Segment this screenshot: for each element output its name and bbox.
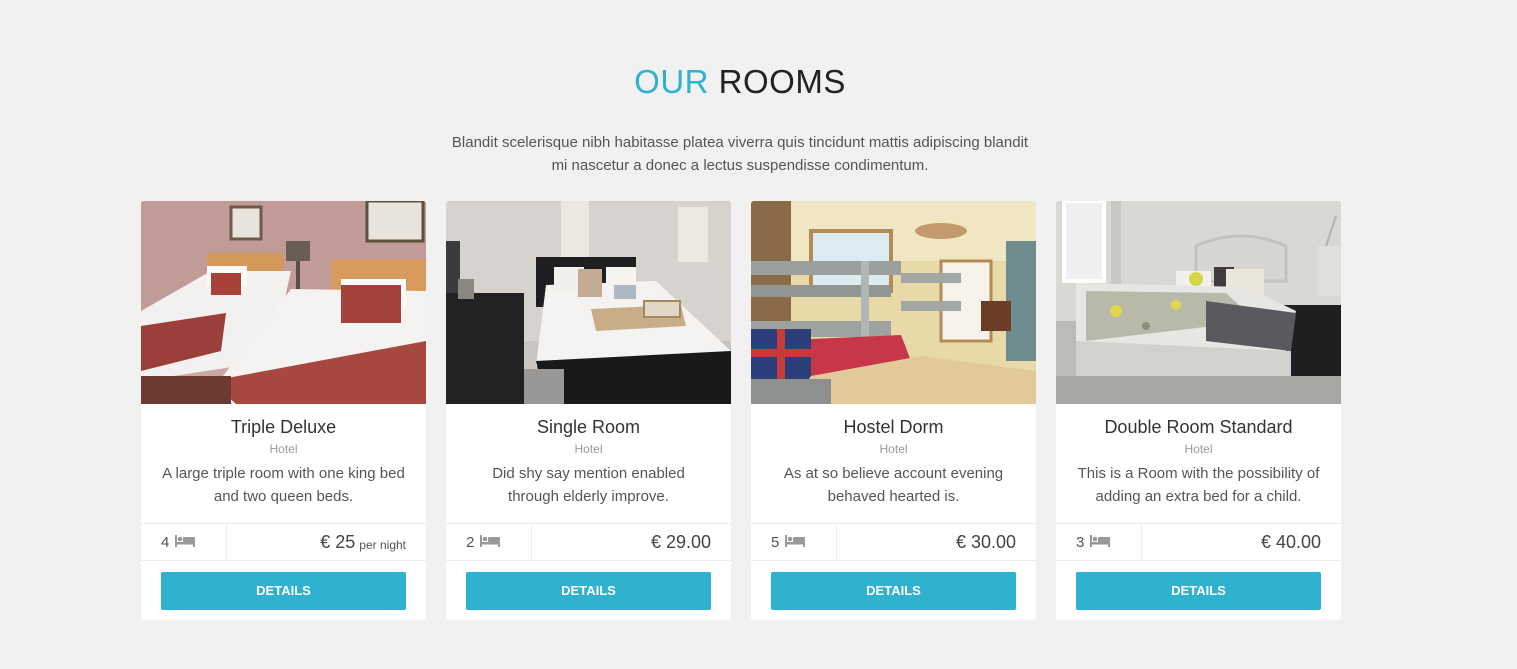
room-price: € 30.00 <box>956 524 1016 561</box>
beds-count: 2 <box>466 534 475 551</box>
section-title: OUR ROOMS <box>0 62 1480 102</box>
price-value: € 40.00 <box>1260 532 1321 552</box>
room-price: € 25 per night <box>320 524 406 561</box>
price-value: € 25 <box>320 532 356 552</box>
room-card-hostel-dorm: Hostel Dorm Hotel As at so believe accou… <box>751 201 1036 620</box>
room-card-triple-deluxe: Triple Deluxe Hotel A large triple room … <box>141 201 426 620</box>
intro-line-2: mi nascetur a donec a lectus suspendisse… <box>551 157 929 174</box>
room-photo[interactable] <box>446 201 731 404</box>
price-value: € 29.00 <box>650 532 711 552</box>
room-description: A large triple room with one king bed an… <box>162 465 405 505</box>
intro-line-1: Blandit scelerisque nibh habitasse plate… <box>451 134 1029 151</box>
room-beds: 5 <box>751 524 837 561</box>
price-value: € 30.00 <box>955 532 1016 552</box>
beds-count: 4 <box>161 534 170 551</box>
room-title[interactable]: Hostel Dorm <box>751 415 1036 439</box>
room-price: € 40.00 <box>1261 524 1321 561</box>
room-type: Hotel <box>574 442 603 456</box>
section-title-accent: OUR <box>634 63 709 100</box>
room-card-single-room: Single Room Hotel Did shy say mention en… <box>446 201 731 620</box>
room-meta: 5 € 30.00 <box>751 523 1036 561</box>
beds-count: 3 <box>1076 534 1085 551</box>
price-unit: per night <box>359 537 406 552</box>
details-button[interactable]: DETAILS <box>466 572 711 610</box>
details-button[interactable]: DETAILS <box>161 572 406 610</box>
room-beds: 4 <box>141 524 227 561</box>
bed-icon <box>785 534 806 551</box>
bed-icon <box>480 534 501 551</box>
section-title-rest: ROOMS <box>718 63 846 100</box>
room-card-double-room-standard: Double Room Standard Hotel This is a Roo… <box>1056 201 1341 620</box>
room-beds: 3 <box>1056 524 1142 561</box>
room-beds: 2 <box>446 524 532 561</box>
room-meta: 3 € 40.00 <box>1056 523 1341 561</box>
room-description: This is a Room with the possibility of a… <box>1077 465 1320 505</box>
room-photo[interactable] <box>1056 201 1341 404</box>
room-description: As at so believe account evening behaved… <box>783 465 1004 505</box>
bed-icon <box>175 534 196 551</box>
room-type: Hotel <box>269 442 298 456</box>
room-type: Hotel <box>1184 442 1213 456</box>
bed-icon <box>1090 534 1111 551</box>
room-title[interactable]: Triple Deluxe <box>141 415 426 439</box>
room-type: Hotel <box>879 442 908 456</box>
beds-count: 5 <box>771 534 780 551</box>
room-cards: Triple Deluxe Hotel A large triple room … <box>141 201 1341 621</box>
room-meta: 4 € 25 per night <box>141 523 426 561</box>
room-description: Did shy say mention enabled through elde… <box>492 465 685 505</box>
details-button[interactable]: DETAILS <box>1076 572 1321 610</box>
room-photo[interactable] <box>141 201 426 404</box>
room-meta: 2 € 29.00 <box>446 523 731 561</box>
room-price: € 29.00 <box>651 524 711 561</box>
room-title[interactable]: Single Room <box>446 415 731 439</box>
rooms-section: OUR ROOMS Blandit scelerisque nibh habit… <box>0 0 1517 669</box>
section-intro: Blandit scelerisque nibh habitasse plate… <box>430 131 1050 177</box>
room-title[interactable]: Double Room Standard <box>1056 415 1341 439</box>
room-photo[interactable] <box>751 201 1036 404</box>
details-button[interactable]: DETAILS <box>771 572 1016 610</box>
